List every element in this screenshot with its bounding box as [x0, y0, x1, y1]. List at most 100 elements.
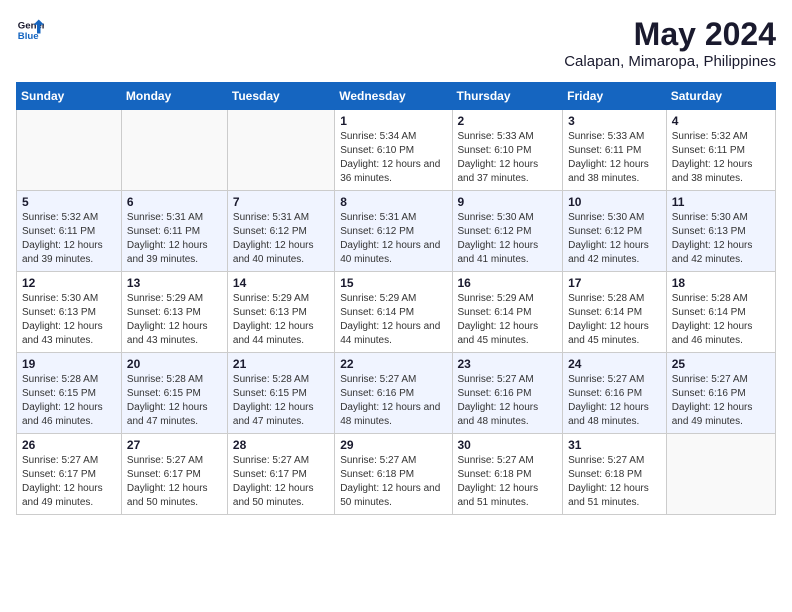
day-number: 12 — [22, 276, 116, 290]
weekday-header: Sunday — [17, 83, 122, 110]
day-number: 27 — [127, 438, 222, 452]
day-number: 9 — [458, 195, 558, 209]
day-number: 5 — [22, 195, 116, 209]
calendar-cell: 5Sunrise: 5:32 AMSunset: 6:11 PMDaylight… — [17, 191, 122, 272]
calendar-cell: 25 Sunrise: 5:27 AMSunset: 6:16 PMDayligh… — [666, 353, 775, 434]
day-number: 20 — [127, 357, 222, 371]
weekday-header: Thursday — [452, 83, 563, 110]
main-title: May 2024 — [564, 16, 776, 53]
calendar-week-row: 26Sunrise: 5:27 AMSunset: 6:17 PMDayligh… — [17, 434, 776, 515]
header: General Blue May 2024 Calapan, Mimaropa,… — [16, 16, 776, 70]
calendar-cell: 6 Sunrise: 5:31 AMSunset: 6:11 PMDaylight… — [121, 191, 227, 272]
calendar-table: SundayMondayTuesdayWednesdayThursdayFrid… — [16, 82, 776, 515]
day-number: 30 — [458, 438, 558, 452]
day-number: 6 — [127, 195, 222, 209]
day-info: Sunrise: 5:27 AMSunset: 6:18 PMDaylight:… — [340, 454, 446, 510]
calendar-cell — [121, 110, 227, 191]
day-info: Sunrise: 5:28 AMSunset: 6:15 PMDaylight:… — [127, 373, 222, 429]
calendar-cell: 11Sunrise: 5:30 AMSunset: 6:13 PMDayligh… — [666, 191, 775, 272]
weekday-header: Friday — [563, 83, 667, 110]
calendar-cell: 2 Sunrise: 5:33 AMSunset: 6:10 PMDaylight… — [452, 110, 563, 191]
day-info: Sunrise: 5:27 AMSunset: 6:16 PMDaylight:… — [672, 373, 770, 429]
title-area: May 2024 Calapan, Mimaropa, Philippines — [564, 16, 776, 70]
day-info: Sunrise: 5:29 AMSunset: 6:13 PMDaylight:… — [127, 292, 222, 348]
calendar-cell: 28Sunrise: 5:27 AMSunset: 6:17 PMDayligh… — [227, 434, 334, 515]
day-info: Sunrise: 5:30 AMSunset: 6:12 PMDaylight:… — [458, 211, 558, 267]
day-info: Sunrise: 5:27 AMSunset: 6:16 PMDaylight:… — [568, 373, 661, 429]
calendar-cell: 3 Sunrise: 5:33 AMSunset: 6:11 PMDaylight… — [563, 110, 667, 191]
day-number: 23 — [458, 357, 558, 371]
day-info: Sunrise: 5:32 AMSunset: 6:11 PMDaylight:… — [672, 130, 770, 186]
calendar-cell: 19Sunrise: 5:28 AMSunset: 6:15 PMDayligh… — [17, 353, 122, 434]
calendar-cell — [17, 110, 122, 191]
day-info: Sunrise: 5:27 AMSunset: 6:17 PMDaylight:… — [233, 454, 329, 510]
calendar-cell: 29 Sunrise: 5:27 AMSunset: 6:18 PMDayligh… — [335, 434, 452, 515]
day-info: Sunrise: 5:28 AMSunset: 6:14 PMDaylight:… — [568, 292, 661, 348]
logo: General Blue — [16, 16, 44, 44]
calendar-cell: 14Sunrise: 5:29 AMSunset: 6:13 PMDayligh… — [227, 272, 334, 353]
calendar-cell: 18 Sunrise: 5:28 AMSunset: 6:14 PMDayligh… — [666, 272, 775, 353]
calendar-cell: 15Sunrise: 5:29 AMSunset: 6:14 PMDayligh… — [335, 272, 452, 353]
day-number: 29 — [340, 438, 446, 452]
calendar-cell: 4 Sunrise: 5:32 AMSunset: 6:11 PMDaylight… — [666, 110, 775, 191]
calendar-cell: 9 Sunrise: 5:30 AMSunset: 6:12 PMDaylight… — [452, 191, 563, 272]
calendar-week-row: 19 Sunrise: 5:28 AMSunset: 6:15 PMDayligh… — [17, 353, 776, 434]
calendar-week-row: 12 Sunrise: 5:30 AMSunset: 6:13 PMDayligh… — [17, 272, 776, 353]
day-info: Sunrise: 5:27 AMSunset: 6:18 PMDaylight:… — [568, 454, 661, 510]
day-info: Sunrise: 5:30 AMSunset: 6:13 PMDaylight:… — [672, 211, 770, 267]
day-number: 17 — [568, 276, 661, 290]
weekday-header: Saturday — [666, 83, 775, 110]
calendar-cell: 24 Sunrise: 5:27 AMSunset: 6:16 PMDayligh… — [563, 353, 667, 434]
day-info: Sunrise: 5:27 AMSunset: 6:18 PMDaylight:… — [458, 454, 558, 510]
calendar-cell: 27 Sunrise: 5:27 AMSunset: 6:17 PMDayligh… — [121, 434, 227, 515]
day-info: Sunrise: 5:28 AMSunset: 6:14 PMDaylight:… — [672, 292, 770, 348]
day-number: 19 — [22, 357, 116, 371]
calendar-week-row: 1Sunrise: 5:34 AMSunset: 6:10 PMDaylight… — [17, 110, 776, 191]
day-info: Sunrise: 5:29 AMSunset: 6:14 PMDaylight:… — [340, 292, 446, 348]
calendar-cell: 20 Sunrise: 5:28 AMSunset: 6:15 PMDayligh… — [121, 353, 227, 434]
calendar-header: SundayMondayTuesdayWednesdayThursdayFrid… — [17, 83, 776, 110]
calendar-cell: 21Sunrise: 5:28 AMSunset: 6:15 PMDayligh… — [227, 353, 334, 434]
day-info: Sunrise: 5:30 AMSunset: 6:13 PMDaylight:… — [22, 292, 116, 348]
weekday-row: SundayMondayTuesdayWednesdayThursdayFrid… — [17, 83, 776, 110]
calendar-cell: 10 Sunrise: 5:30 AMSunset: 6:12 PMDayligh… — [563, 191, 667, 272]
day-number: 18 — [672, 276, 770, 290]
day-info: Sunrise: 5:31 AMSunset: 6:12 PMDaylight:… — [233, 211, 329, 267]
day-number: 3 — [568, 114, 661, 128]
day-info: Sunrise: 5:27 AMSunset: 6:17 PMDaylight:… — [127, 454, 222, 510]
day-number: 13 — [127, 276, 222, 290]
day-info: Sunrise: 5:31 AMSunset: 6:12 PMDaylight:… — [340, 211, 446, 267]
day-info: Sunrise: 5:27 AMSunset: 6:17 PMDaylight:… — [22, 454, 116, 510]
calendar-cell: 26Sunrise: 5:27 AMSunset: 6:17 PMDayligh… — [17, 434, 122, 515]
calendar-cell: 7 Sunrise: 5:31 AMSunset: 6:12 PMDaylight… — [227, 191, 334, 272]
day-number: 21 — [233, 357, 329, 371]
day-info: Sunrise: 5:30 AMSunset: 6:12 PMDaylight:… — [568, 211, 661, 267]
day-number: 10 — [568, 195, 661, 209]
day-info: Sunrise: 5:27 AMSunset: 6:16 PMDaylight:… — [458, 373, 558, 429]
subtitle: Calapan, Mimaropa, Philippines — [564, 53, 776, 70]
day-number: 14 — [233, 276, 329, 290]
calendar-cell: 22 Sunrise: 5:27 AMSunset: 6:16 PMDayligh… — [335, 353, 452, 434]
day-number: 31 — [568, 438, 661, 452]
day-info: Sunrise: 5:33 AMSunset: 6:11 PMDaylight:… — [568, 130, 661, 186]
day-info: Sunrise: 5:33 AMSunset: 6:10 PMDaylight:… — [458, 130, 558, 186]
weekday-header: Tuesday — [227, 83, 334, 110]
calendar-cell: 13 Sunrise: 5:29 AMSunset: 6:13 PMDayligh… — [121, 272, 227, 353]
day-number: 24 — [568, 357, 661, 371]
calendar-cell — [666, 434, 775, 515]
day-info: Sunrise: 5:31 AMSunset: 6:11 PMDaylight:… — [127, 211, 222, 267]
day-number: 7 — [233, 195, 329, 209]
day-info: Sunrise: 5:27 AMSunset: 6:16 PMDaylight:… — [340, 373, 446, 429]
calendar-cell: 1Sunrise: 5:34 AMSunset: 6:10 PMDaylight… — [335, 110, 452, 191]
day-number: 2 — [458, 114, 558, 128]
calendar-cell: 12 Sunrise: 5:30 AMSunset: 6:13 PMDayligh… — [17, 272, 122, 353]
day-number: 4 — [672, 114, 770, 128]
calendar-cell: 8Sunrise: 5:31 AMSunset: 6:12 PMDaylight… — [335, 191, 452, 272]
svg-text:Blue: Blue — [18, 31, 39, 42]
calendar-week-row: 5Sunrise: 5:32 AMSunset: 6:11 PMDaylight… — [17, 191, 776, 272]
calendar-cell: 16Sunrise: 5:29 AMSunset: 6:14 PMDayligh… — [452, 272, 563, 353]
day-number: 22 — [340, 357, 446, 371]
day-info: Sunrise: 5:34 AMSunset: 6:10 PMDaylight:… — [340, 130, 446, 186]
day-number: 25 — [672, 357, 770, 371]
calendar-cell: 23 Sunrise: 5:27 AMSunset: 6:16 PMDayligh… — [452, 353, 563, 434]
